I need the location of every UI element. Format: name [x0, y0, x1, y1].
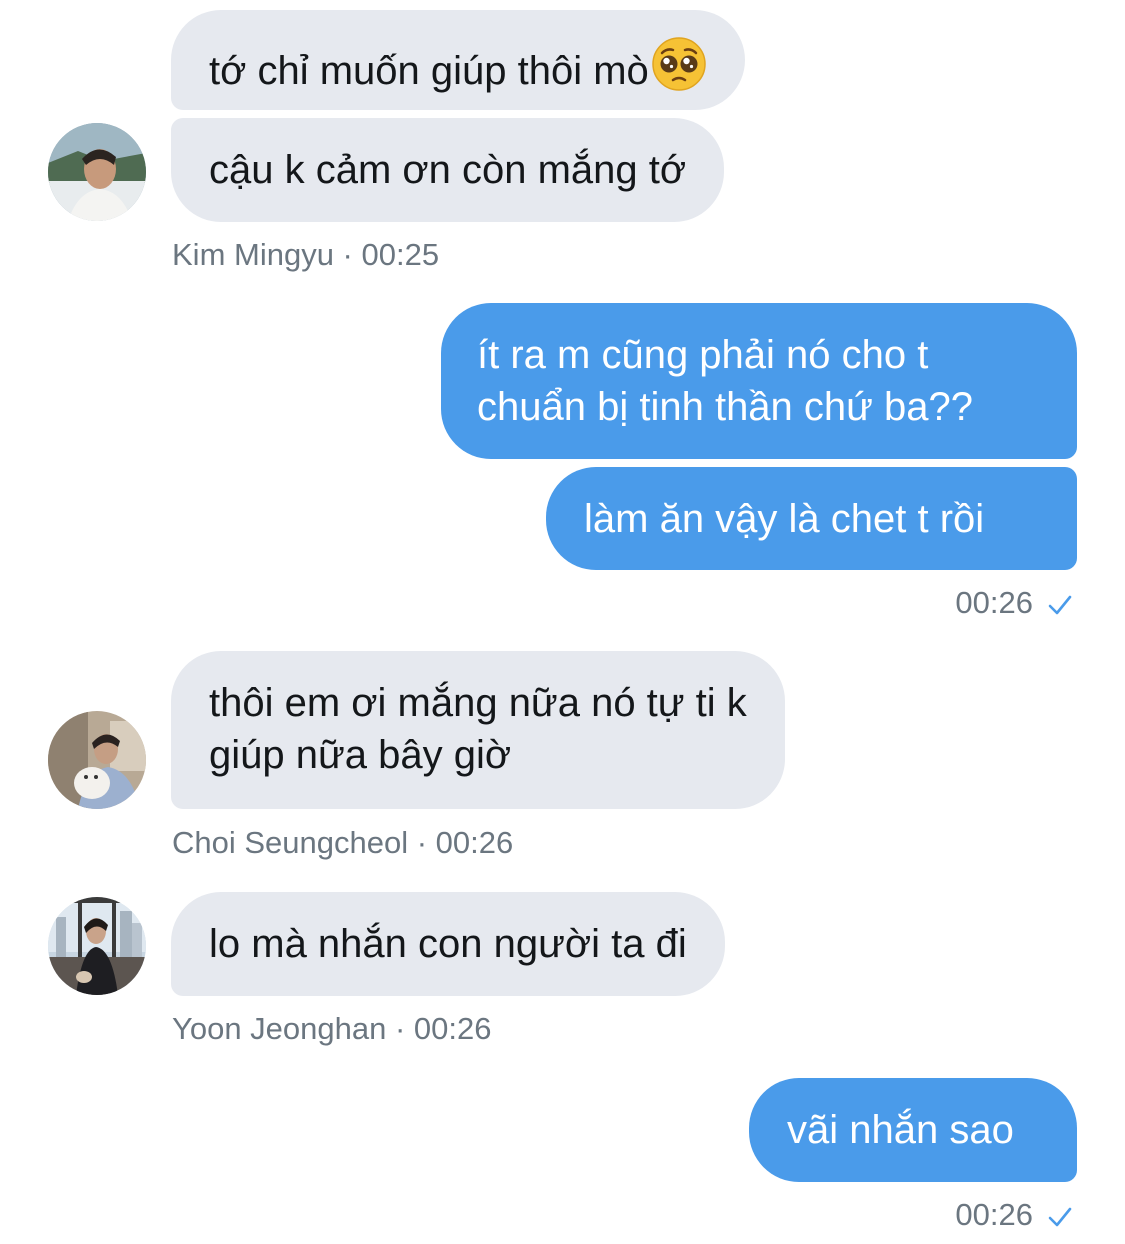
message-text-line-1: ít ra m cũng phải nó cho t [477, 333, 929, 377]
sender-meta-yoon-jeonghan: Yoon Jeonghan · 00:26 [172, 1011, 492, 1046]
message-text: vãi nhắn sao [787, 1108, 1014, 1152]
message-text: lo mà nhắn con người ta đi [209, 922, 687, 966]
message-text: tớ chỉ muốn giúp thôi mò [209, 49, 649, 93]
timestamp-text: 00:26 [955, 1197, 1033, 1232]
outgoing-message[interactable]: vãi nhắn sao [749, 1078, 1077, 1182]
message-text: cậu k cảm ơn còn mắng tớ [209, 148, 687, 192]
avatar-kim-mingyu[interactable] [48, 123, 146, 221]
sent-timestamp: 00:26 [955, 585, 1073, 625]
check-icon [1047, 589, 1073, 625]
sent-timestamp: 00:26 [955, 1197, 1073, 1237]
outgoing-message[interactable]: làm ăn vậy là chet t rồi [546, 467, 1077, 570]
incoming-message[interactable]: thôi em ơi mắng nữa nó tự ti k giúp nữa … [171, 651, 785, 809]
sender-meta-kim-mingyu: Kim Mingyu · 00:25 [172, 237, 440, 272]
message-text-line-2: giúp nữa bây giờ [209, 733, 512, 777]
incoming-message[interactable]: cậu k cảm ơn còn mắng tớ [171, 118, 725, 222]
incoming-message[interactable]: tớ chỉ muốn giúp thôi mò [171, 10, 745, 110]
incoming-message[interactable]: lo mà nhắn con người ta đi [171, 892, 725, 996]
outgoing-message[interactable]: ít ra m cũng phải nó cho t chuẩn bị tinh… [441, 303, 1077, 459]
sender-meta-choi-seungcheol: Choi Seungcheol · 00:26 [172, 825, 514, 860]
message-text: làm ăn vậy là chet t rồi [584, 497, 985, 541]
avatar-choi-seungcheol[interactable] [48, 711, 146, 809]
check-icon [1047, 1201, 1073, 1237]
message-text-line-2: chuẩn bị tinh thần chứ ba?? [477, 385, 974, 429]
message-text-line-1: thôi em ơi mắng nữa nó tự ti k [209, 681, 747, 725]
timestamp-text: 00:26 [955, 585, 1033, 620]
pleading-face-emoji [651, 36, 707, 105]
avatar-yoon-jeonghan[interactable] [48, 897, 146, 995]
